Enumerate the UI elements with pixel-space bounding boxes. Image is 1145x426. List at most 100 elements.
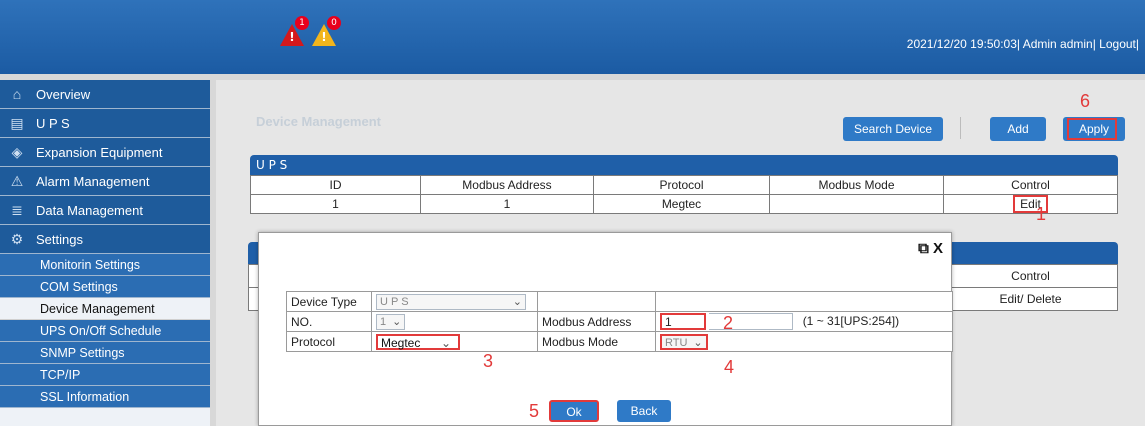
sidebar-sub-monitoring-settings[interactable]: Monitorin Settings (0, 254, 210, 276)
protocol-label: Protocol (286, 331, 372, 352)
sidebar-sub-com-settings[interactable]: COM Settings (0, 276, 210, 298)
warning-alarm-icon[interactable]: ! 0 (312, 16, 341, 46)
sidebar-sub-device-management[interactable]: Device Management (0, 298, 210, 320)
back-button[interactable]: Back (617, 400, 671, 422)
no-cell: 1 ⌄ (371, 311, 538, 332)
home-icon: ⌂ (12, 86, 22, 102)
annotation-5: 5 (529, 401, 540, 421)
empty-cell (537, 291, 656, 312)
modbus-mode-cell: RTU ⌄ (655, 331, 953, 352)
expansion-icon: ◈ (11, 144, 23, 160)
annotation-3: 3 (483, 351, 494, 371)
chevron-down-icon: ⌄ (392, 315, 402, 328)
column-header: Control (943, 175, 1118, 195)
cell-modbus-address: 1 (420, 194, 594, 214)
sidebar-item-overview[interactable]: ⌂ Overview (0, 80, 210, 109)
no-value: 1 (380, 315, 387, 328)
table-header-row: ID Modbus Address Protocol Modbus Mode C… (250, 175, 1118, 195)
battery-icon: ▤ (10, 115, 24, 131)
sidebar-sub-label: Monitorin Settings (40, 257, 141, 272)
sidebar: ⌂ Overview ▤ U P S ◈ Expansion Equipment… (0, 80, 210, 426)
protocol-cell: Megtec ⌄ (371, 331, 538, 352)
modbus-address-input[interactable]: 1 (660, 313, 706, 330)
datetime: 2021/12/20 19:50:03 (906, 37, 1017, 51)
cell-actions[interactable]: Edit/ Delete (943, 287, 1118, 311)
device-type-value: U P S (380, 295, 409, 308)
ups-panel: U P S ID Modbus Address Protocol Modbus … (250, 155, 1118, 214)
critical-alarm-badge: 1 (295, 16, 309, 30)
column-header: ID (250, 175, 421, 195)
sidebar-sub-label: SNMP Settings (40, 345, 125, 360)
protocol-value: Megtec (381, 335, 421, 350)
sidebar-item-label: Overview (36, 86, 91, 102)
device-modal: ⧉ X Device Type U P S ⌄ NO. 1 ⌄ Modbus Add… (258, 232, 953, 426)
sidebar-item-label: U P S (36, 115, 70, 131)
sidebar-sub-tcpip[interactable]: TCP/IP (0, 364, 210, 386)
modbus-mode-value: RTU (665, 336, 688, 349)
annotation-4: 4 (724, 357, 735, 377)
sidebar-sub-label: UPS On/Off Schedule (40, 323, 162, 338)
ups-table: ID Modbus Address Protocol Modbus Mode C… (250, 175, 1118, 214)
annotation-1: 1 (1036, 204, 1047, 224)
annotation-6: 6 (1080, 91, 1091, 111)
cell-modbus-mode (769, 194, 944, 214)
top-header: ! 1 ! 0 2021/12/20 19:50:03| Admin admin… (0, 0, 1145, 74)
device-type-select[interactable]: U P S ⌄ (376, 293, 526, 310)
header-status: 2021/12/20 19:50:03| Admin admin| Logout… (906, 37, 1139, 51)
modbus-mode-label: Modbus Mode (537, 331, 656, 352)
protocol-select[interactable]: Megtec ⌄ (376, 333, 460, 350)
device-type-label: Device Type (286, 291, 372, 312)
database-icon: ≣ (11, 202, 23, 218)
sidebar-item-label: Data Management (36, 202, 143, 218)
modbus-address-cell: 1 (1 ~ 31[UPS:254]) (655, 311, 953, 332)
add-button[interactable]: Add (990, 117, 1046, 141)
modbus-address-input-tail (709, 313, 794, 330)
user-name: Admin admin (1022, 37, 1093, 51)
sidebar-sub-ssl-information[interactable]: SSL Information (0, 386, 210, 408)
device-type-cell: U P S ⌄ (371, 291, 538, 312)
cell-id: 1 (250, 194, 421, 214)
sidebar-item-label: Expansion Equipment (36, 144, 163, 160)
device-form: Device Type U P S ⌄ NO. 1 ⌄ Modbus Address… (286, 291, 953, 352)
ups-panel-title: U P S (250, 155, 1118, 175)
close-icon[interactable]: X (933, 240, 943, 257)
sidebar-item-data-management[interactable]: ≣ Data Management (0, 196, 210, 225)
sidebar-sub-label: COM Settings (40, 279, 118, 294)
sidebar-item-alarm-management[interactable]: ⚠ Alarm Management (0, 167, 210, 196)
table-row: 1 1 Megtec Edit (250, 194, 1118, 214)
modal-close-controls: ⧉ X (918, 240, 943, 257)
empty-cell (655, 291, 953, 312)
warning-alarm-badge: 0 (327, 16, 341, 30)
sidebar-sub-label: SSL Information (40, 389, 130, 404)
sidebar-item-expansion-equipment[interactable]: ◈ Expansion Equipment (0, 138, 210, 167)
cell-protocol: Megtec (593, 194, 770, 214)
sidebar-item-label: Settings (36, 231, 83, 247)
warning-icon: ⚠ (10, 173, 24, 189)
gear-icon: ⚙ (10, 231, 24, 247)
apply-highlight (1067, 118, 1117, 140)
page-title: Device Management (256, 114, 381, 129)
sidebar-item-label: Alarm Management (36, 173, 150, 189)
chevron-down-icon: ⌄ (693, 336, 703, 349)
sidebar-sub-snmp-settings[interactable]: SNMP Settings (0, 342, 210, 364)
no-select[interactable]: 1 ⌄ (376, 313, 406, 330)
modbus-address-range: (1 ~ 31[UPS:254]) (802, 313, 900, 328)
chevron-down-icon: ⌄ (512, 295, 522, 308)
restore-window-icon[interactable]: ⧉ (918, 240, 929, 257)
column-header: Modbus Address (420, 175, 594, 195)
sidebar-sub-ups-onoff-schedule[interactable]: UPS On/Off Schedule (0, 320, 210, 342)
toolbar-divider (960, 117, 961, 139)
cell-control: Edit (943, 194, 1118, 214)
search-device-button[interactable]: Search Device (843, 117, 943, 141)
sidebar-item-ups[interactable]: ▤ U P S (0, 109, 210, 138)
column-header: Control (943, 264, 1118, 288)
ok-button[interactable]: Ok (549, 400, 599, 422)
modbus-address-label: Modbus Address (537, 311, 656, 332)
modbus-mode-select[interactable]: RTU ⌄ (660, 333, 708, 350)
critical-alarm-icon[interactable]: ! 1 (280, 16, 309, 46)
logout-link[interactable]: Logout (1099, 37, 1136, 51)
annotation-2: 2 (723, 313, 734, 333)
column-header: Protocol (593, 175, 770, 195)
sidebar-sub-label: TCP/IP (40, 367, 81, 382)
sidebar-item-settings[interactable]: ⚙ Settings (0, 225, 210, 254)
